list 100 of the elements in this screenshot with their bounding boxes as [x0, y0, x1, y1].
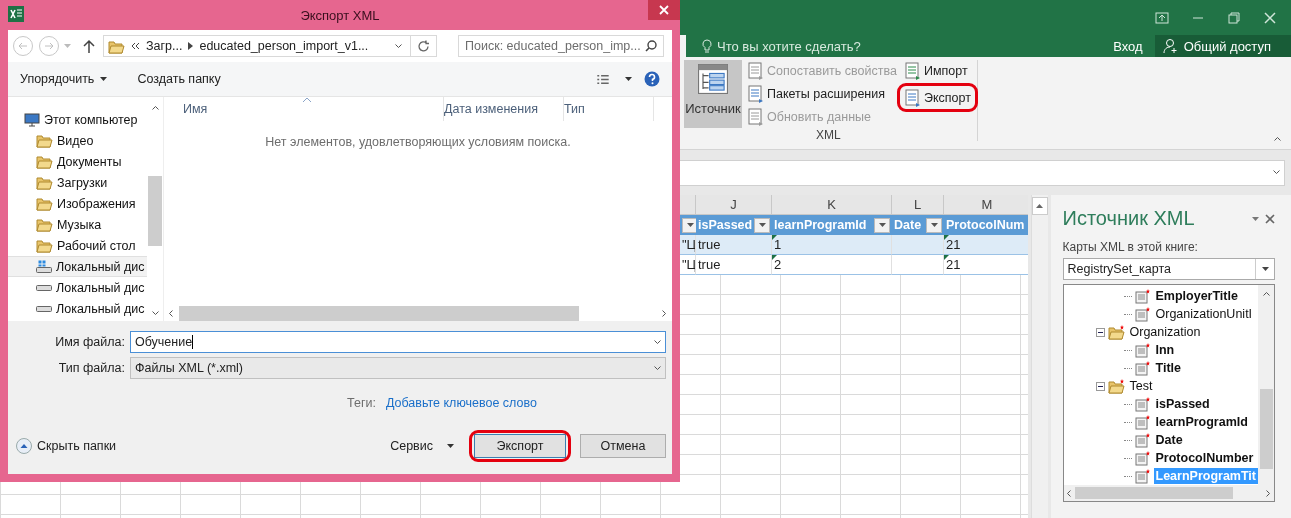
collapse-toggle[interactable]: [1095, 327, 1105, 337]
nav-item[interactable]: Локальный дис: [8, 298, 147, 319]
add-tag-link[interactable]: Добавьте ключевое слово: [385, 396, 537, 410]
computer-icon: [24, 112, 40, 127]
nav-item[interactable]: Документы: [8, 151, 147, 172]
minus-icon: [1097, 383, 1103, 389]
hide-folders-button[interactable]: Скрыть папки: [16, 438, 117, 454]
column-header[interactable]: M: [944, 195, 1028, 215]
scrollbar-thumb[interactable]: [148, 176, 162, 246]
tree-item[interactable]: isPassed: [1153, 396, 1212, 412]
sign-in-link[interactable]: Вход: [1113, 38, 1143, 54]
empty-message: Нет элементов, удовлетворяющих условиям поиска.: [265, 135, 571, 151]
table-cell: 21: [944, 235, 1028, 255]
overflow-chevron-icon[interactable]: [131, 42, 140, 50]
scroll-down-icon: [151, 310, 159, 317]
ribbon-button[interactable]: Импорт: [901, 60, 970, 81]
close-icon[interactable]: [1265, 213, 1275, 224]
tree-item[interactable]: learnProgramId: [1153, 414, 1250, 430]
list-view-icon: [597, 74, 609, 84]
element-icon: [1134, 432, 1151, 448]
document-icon: [903, 88, 922, 107]
table-cell: true: [696, 255, 772, 275]
tree-item[interactable]: OrganizationUnitI: [1153, 306, 1255, 322]
scrollbar-thumb[interactable]: [1074, 487, 1233, 499]
tools-button[interactable]: Сервис: [390, 439, 454, 453]
element-icon: [1134, 360, 1151, 376]
pane-options-icon: [1252, 216, 1259, 221]
close-icon: [659, 5, 669, 15]
table-cell: "Ц: [680, 235, 696, 255]
scroll-up-icon: [151, 105, 159, 112]
table-cell: true: [696, 235, 772, 255]
lightbulb-icon: [702, 38, 712, 54]
dialog-title: Экспорт XML: [300, 7, 380, 23]
drive-icon: [36, 305, 52, 312]
drive-icon: [36, 260, 52, 273]
nav-item[interactable]: Музыка: [8, 214, 147, 235]
breadcrumb[interactable]: Загр...: [146, 39, 183, 53]
filter-button[interactable]: [926, 217, 942, 233]
scroll-up-button[interactable]: [1031, 197, 1048, 215]
collapse-ribbon-icon: [1274, 136, 1281, 143]
filter-button[interactable]: [874, 217, 890, 233]
column-header[interactable]: K: [772, 195, 892, 215]
nav-item[interactable]: Локальный дис: [8, 277, 147, 298]
tree-item[interactable]: Title: [1153, 360, 1183, 376]
window-icon: [1155, 11, 1169, 24]
close-icon: [1264, 11, 1276, 24]
breadcrumb[interactable]: educated_person_import_v1...: [199, 39, 369, 53]
nav-item[interactable]: Загрузки: [8, 172, 147, 193]
tree-item[interactable]: Organization: [1127, 324, 1203, 340]
file-type-select[interactable]: Файлы XML (*.xml): [130, 357, 666, 379]
ribbon-button[interactable]: Пакеты расширения: [745, 83, 887, 104]
tell-me-field[interactable]: Что вы хотите сделать?: [717, 38, 861, 54]
nav-item[interactable]: Локальный дис: [8, 256, 147, 277]
scroll-right-icon: [1265, 489, 1272, 497]
export-button[interactable]: Экспорт: [474, 434, 566, 458]
scrollbar-thumb[interactable]: [179, 306, 579, 321]
dropdown-caret-icon: [654, 338, 661, 346]
nav-item[interactable]: Этот компьютер: [8, 109, 147, 130]
tree-item[interactable]: Date: [1153, 432, 1185, 448]
source-button[interactable]: Источник: [684, 60, 742, 128]
scrollbar-thumb[interactable]: [1259, 389, 1273, 469]
tree-item[interactable]: EmployerTitle: [1153, 288, 1240, 304]
search-icon: [645, 40, 657, 52]
map-select[interactable]: RegistrySet_карта: [1062, 258, 1275, 280]
nav-item[interactable]: Видео: [8, 130, 147, 151]
nav-item[interactable]: Изображения: [8, 193, 147, 214]
close-button[interactable]: [648, 0, 680, 20]
new-folder-button[interactable]: Создать папку: [137, 72, 221, 86]
tree-item[interactable]: Test: [1127, 378, 1155, 394]
folder-icon: [36, 238, 53, 253]
element-icon: [1134, 414, 1151, 430]
column-header[interactable]: Имя: [183, 97, 444, 121]
column-header[interactable]: L: [892, 195, 944, 215]
filter-button[interactable]: [754, 217, 770, 233]
up-button[interactable]: [83, 39, 95, 53]
help-icon[interactable]: [644, 71, 660, 87]
file-name-field[interactable]: Обучение: [130, 331, 666, 353]
search-field[interactable]: Поиск: educated_person_imp...: [458, 35, 664, 57]
scroll-left-icon: [168, 310, 175, 317]
tags-label: Теги:: [347, 396, 376, 410]
cancel-button[interactable]: Отмена: [580, 434, 666, 458]
organize-button[interactable]: Упорядочить: [20, 72, 108, 86]
column-header[interactable]: J: [696, 195, 772, 215]
tree-item[interactable]: Inn: [1153, 342, 1177, 358]
ribbon-button[interactable]: Экспорт: [901, 87, 973, 108]
column-header[interactable]: Тип: [564, 97, 654, 121]
view-button[interactable]: [597, 74, 632, 84]
minimize-icon: [1193, 16, 1203, 19]
column-header[interactable]: Дата изменения: [444, 97, 564, 121]
caret-icon: [447, 444, 454, 448]
table-header: Date: [892, 215, 944, 235]
share-button[interactable]: Общий доступ: [1154, 35, 1291, 57]
address-bar[interactable]: Загр... educated_person_import_v1...: [103, 35, 437, 57]
table-cell: "Ц: [680, 255, 696, 275]
dropdown-caret-icon: [654, 364, 661, 372]
tree-item[interactable]: ProtocolNumber: [1153, 450, 1256, 466]
spreadsheet-icon: [8, 6, 24, 22]
nav-item[interactable]: Рабочий стол: [8, 235, 147, 256]
group-label: XML: [815, 128, 842, 142]
collapse-toggle[interactable]: [1095, 381, 1105, 391]
